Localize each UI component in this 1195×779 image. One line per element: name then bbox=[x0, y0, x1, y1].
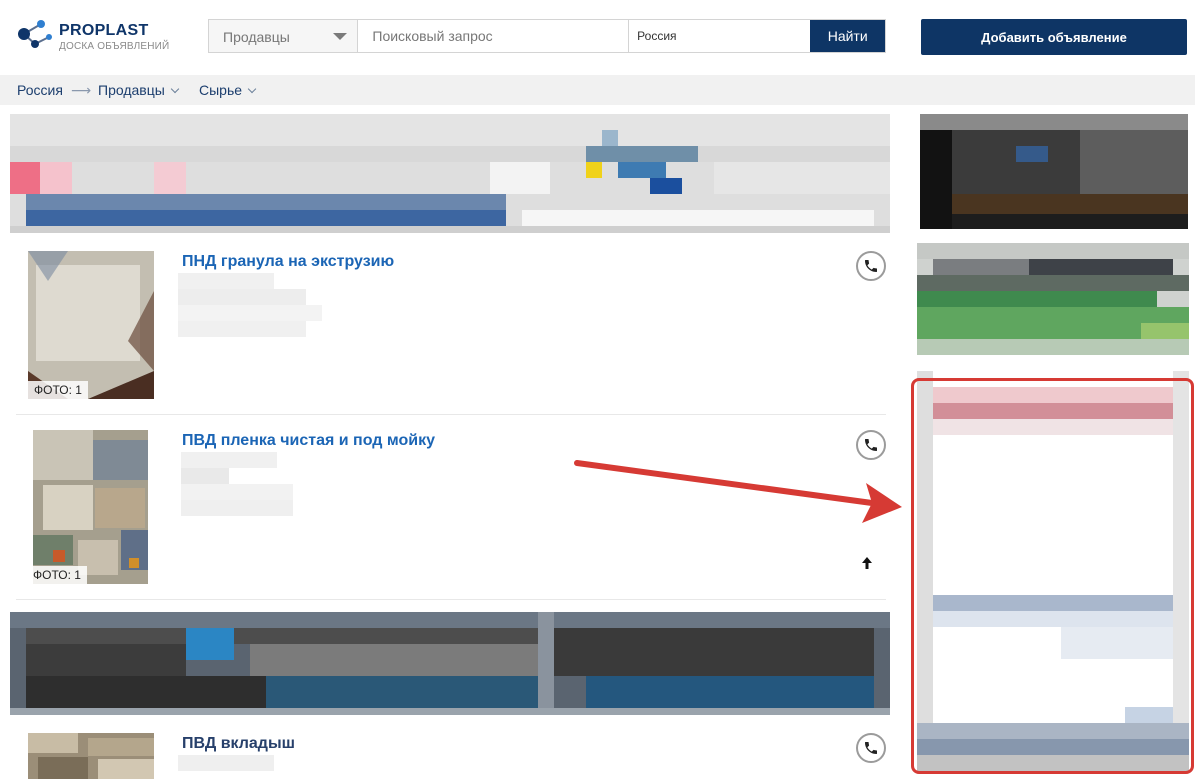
annotation-arrow bbox=[574, 460, 902, 523]
